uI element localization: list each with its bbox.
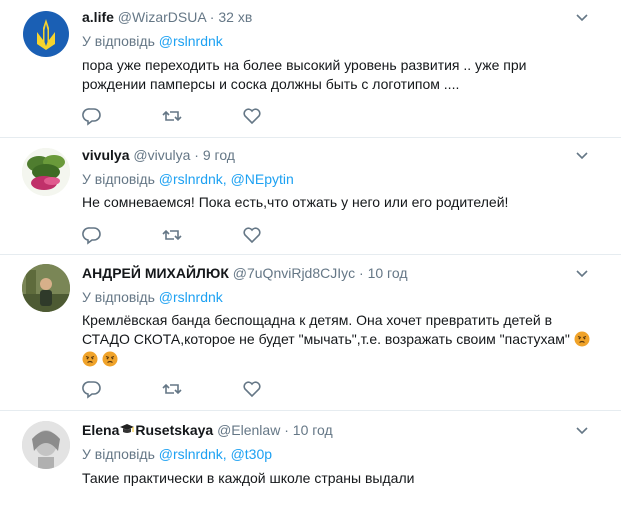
reply-context: У відповідь @rslnrdnk, @NEpytin [82, 170, 294, 188]
reply-icon[interactable] [82, 225, 102, 245]
chevron-down-icon[interactable] [575, 269, 589, 279]
timestamp[interactable]: 9 год [203, 147, 235, 163]
reply-mention[interactable]: @rslnrdnk [159, 289, 223, 305]
text-line-content: СТАДО СКОТА,которое не будет "мычать",т.… [82, 331, 570, 347]
user-handle[interactable]: @7uQnviRjd8CJIyc [233, 265, 355, 281]
tweet-header: Elena Rusetskaya @Elenlaw · 10 год [82, 421, 333, 439]
text-line: СТАДО СКОТА,которое не будет "мычать",т.… [82, 330, 592, 349]
reply-context: У відповідь @rslnrdnk [82, 32, 223, 50]
angry-face-emoji [574, 331, 590, 347]
chevron-down-icon[interactable] [575, 426, 589, 436]
separator-dot: · [194, 147, 199, 163]
retweet-icon[interactable] [162, 106, 182, 126]
ukraine-trident-avatar [23, 11, 69, 57]
retweet-icon[interactable] [162, 379, 182, 399]
reply-prefix: У відповідь [82, 33, 155, 49]
separator-dot: · [209, 9, 215, 25]
user-name[interactable]: АНДРЕЙ МИХАЙЛЮК [82, 265, 229, 281]
like-icon[interactable] [242, 106, 262, 126]
reply-mention[interactable]: @rslnrdnk [159, 446, 223, 462]
tweet-text: Не сомневаемся! Пока есть,что отжать у н… [82, 193, 587, 212]
user-name[interactable]: Elena Rusetskaya [82, 422, 213, 438]
tweet[interactable]: a.life @WizarDSUA · 32 хв У відповідь @r… [0, 0, 621, 128]
user-name[interactable]: a.life [82, 9, 114, 25]
reply-mention[interactable]: @rslnrdnk [159, 33, 223, 49]
reply-mention-separator: , [222, 446, 231, 462]
timestamp[interactable]: 32 хв [218, 9, 252, 25]
tweet-actions [82, 106, 282, 126]
timestamp[interactable]: 10 год [293, 422, 333, 438]
separator-dot: · [284, 422, 289, 438]
avatar[interactable] [22, 421, 70, 469]
user-handle[interactable]: @Elenlaw [217, 422, 280, 438]
avatar[interactable] [22, 10, 70, 58]
person-photo-avatar [22, 264, 70, 312]
reply-prefix: У відповідь [82, 171, 155, 187]
portrait-photo-avatar [22, 421, 70, 469]
tweet-header: a.life @WizarDSUA · 32 хв [82, 8, 252, 26]
reply-icon[interactable] [82, 106, 102, 126]
text-line: Кремлёвская банда беспощадна к детям. Он… [82, 312, 553, 328]
retweet-icon[interactable] [162, 225, 182, 245]
timestamp[interactable]: 10 год [368, 265, 408, 281]
user-name-part: Rusetskaya [135, 422, 214, 438]
chevron-down-icon[interactable] [575, 13, 589, 23]
text-line: рождении памперсы и соска должны быть с … [82, 76, 460, 92]
tweet[interactable]: АНДРЕЙ МИХАЙЛЮК @7uQnviRjd8CJIyc · 10 го… [0, 255, 621, 399]
reply-mention[interactable]: @t30p [231, 446, 272, 462]
reply-prefix: У відповідь [82, 446, 155, 462]
reply-mention[interactable]: @NEpytin [231, 171, 294, 187]
plant-photo-avatar [22, 148, 70, 196]
tweet-text: пора уже переходить на более высокий уро… [82, 56, 587, 94]
tweet-actions [82, 379, 282, 399]
emoji-line [82, 350, 592, 369]
user-handle[interactable]: @WizarDSUA [118, 9, 206, 25]
tweet[interactable]: vivulya @vivulya · 9 год У відповідь @rs… [0, 138, 621, 246]
reply-context: У відповідь @rslnrdnk, @t30p [82, 445, 272, 463]
reply-context: У відповідь @rslnrdnk [82, 288, 223, 306]
chevron-down-icon[interactable] [575, 151, 589, 161]
like-icon[interactable] [242, 379, 262, 399]
user-handle[interactable]: @vivulya [133, 147, 190, 163]
reply-icon[interactable] [82, 379, 102, 399]
reply-prefix: У відповідь [82, 289, 155, 305]
reply-mention-separator: , [222, 171, 231, 187]
like-icon[interactable] [242, 225, 262, 245]
graduation-cap-emoji [120, 424, 135, 433]
avatar[interactable] [22, 148, 70, 196]
user-name[interactable]: vivulya [82, 147, 129, 163]
tweet-actions [82, 225, 282, 245]
user-name-part: Elena [82, 422, 120, 438]
avatar[interactable] [22, 264, 70, 312]
reply-mention[interactable]: @rslnrdnk [159, 171, 223, 187]
angry-face-emoji [82, 351, 98, 367]
tweet-text: Такие практически в каждой школе страны … [82, 469, 587, 488]
text-line: Такие практически в каждой школе страны … [82, 470, 415, 486]
angry-face-emoji [102, 351, 118, 367]
text-line: Не сомневаемся! Пока есть,что отжать у н… [82, 194, 509, 210]
tweet[interactable]: Elena Rusetskaya @Elenlaw · 10 год У відп… [0, 411, 621, 524]
separator-dot: · [359, 265, 364, 281]
tweet-header: vivulya @vivulya · 9 год [82, 146, 235, 164]
tweet-header: АНДРЕЙ МИХАЙЛЮК @7uQnviRjd8CJIyc · 10 го… [82, 264, 408, 282]
text-line: пора уже переходить на более высокий уро… [82, 57, 527, 73]
tweet-text: Кремлёвская банда беспощадна к детям. Он… [82, 311, 592, 369]
